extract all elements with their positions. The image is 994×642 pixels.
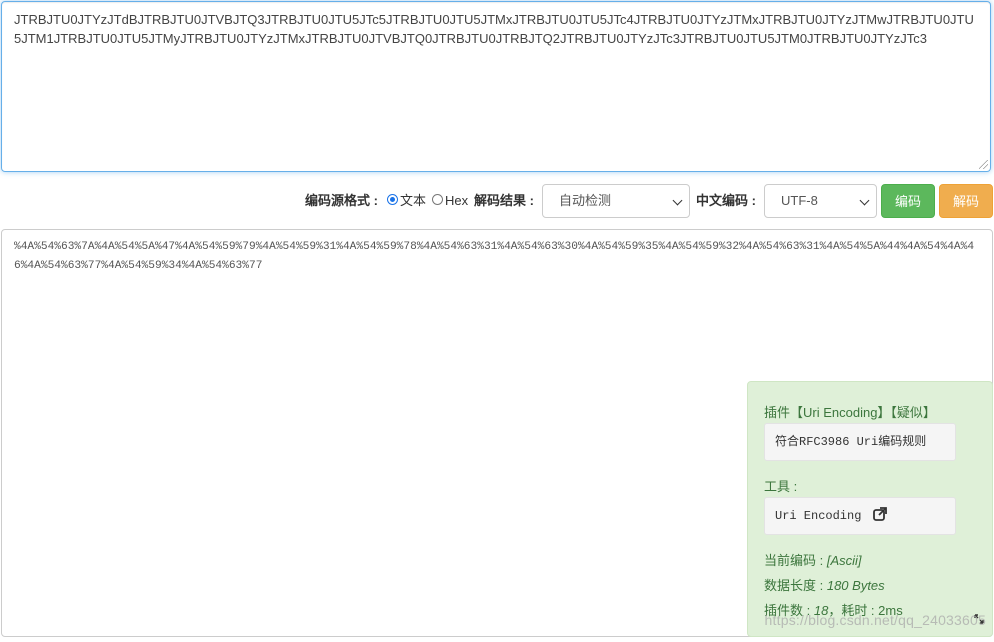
radio-text-label[interactable]: 文本 <box>400 184 426 218</box>
chevron-down-icon <box>672 195 683 206</box>
current-encoding-value: [Ascii] <box>826 553 862 568</box>
radio-hex-button[interactable] <box>432 194 443 205</box>
data-length-label: 数据长度 : <box>764 578 827 593</box>
chinese-encoding-value: UTF-8 <box>781 193 818 208</box>
resize-grip-icon[interactable] <box>979 160 988 169</box>
decode-result-value: 自动检测 <box>559 193 612 208</box>
decode-result-select[interactable]: 自动检测 <box>542 184 690 218</box>
current-encoding-label: 当前编码 : <box>764 553 827 568</box>
tool-name: Uri Encoding <box>775 509 862 523</box>
data-length-value: 180 Bytes <box>826 578 885 593</box>
tool-link-button[interactable]: Uri Encoding <box>764 497 956 535</box>
chevron-down-icon <box>859 195 870 206</box>
decode-button[interactable]: 解码 <box>939 184 993 218</box>
rule-text: 符合RFC3986 Uri编码规则 <box>775 435 927 449</box>
chinese-encoding-select[interactable]: UTF-8 <box>764 184 877 218</box>
encode-button[interactable]: 编码 <box>881 184 935 218</box>
radio-text-button[interactable] <box>387 194 398 205</box>
source-format-label: 编码源格式 : <box>305 193 378 208</box>
tool-label: 工具 : <box>764 479 798 494</box>
radio-hex-label[interactable]: Hex <box>445 184 468 218</box>
rule-box: 符合RFC3986 Uri编码规则 <box>764 423 956 461</box>
plugin-info-panel: 插件【Uri Encoding】【疑似】 符合RFC3986 Uri编码规则 工… <box>747 381 993 637</box>
plugin-title: 插件【Uri Encoding】【疑似】 <box>764 405 936 420</box>
current-encoding-row: 当前编码 : [Ascii] <box>764 550 862 569</box>
decode-result-label: 解码结果 : <box>474 193 534 208</box>
data-length-row: 数据长度 : 180 Bytes <box>764 575 885 594</box>
watermark: https://blog.csdn.net/qq_24033605 <box>764 612 986 628</box>
input-textarea[interactable]: JTRBJTU0JTYzJTdBJTRBJTU0JTVBJTQ3JTRBJTU0… <box>1 1 991 172</box>
input-text: JTRBJTU0JTYzJTdBJTRBJTU0JTVBJTQ3JTRBJTU0… <box>14 12 974 46</box>
chinese-encoding-label: 中文编码 : <box>696 193 756 208</box>
toolbar: 编码源格式 : 文本 Hex 解码结果 : 自动检测 中文编码 : UTF-8 … <box>0 184 994 218</box>
output-text: %4A%54%63%7A%4A%54%5A%47%4A%54%59%79%4A%… <box>14 241 975 272</box>
external-link-icon[interactable] <box>872 507 887 521</box>
